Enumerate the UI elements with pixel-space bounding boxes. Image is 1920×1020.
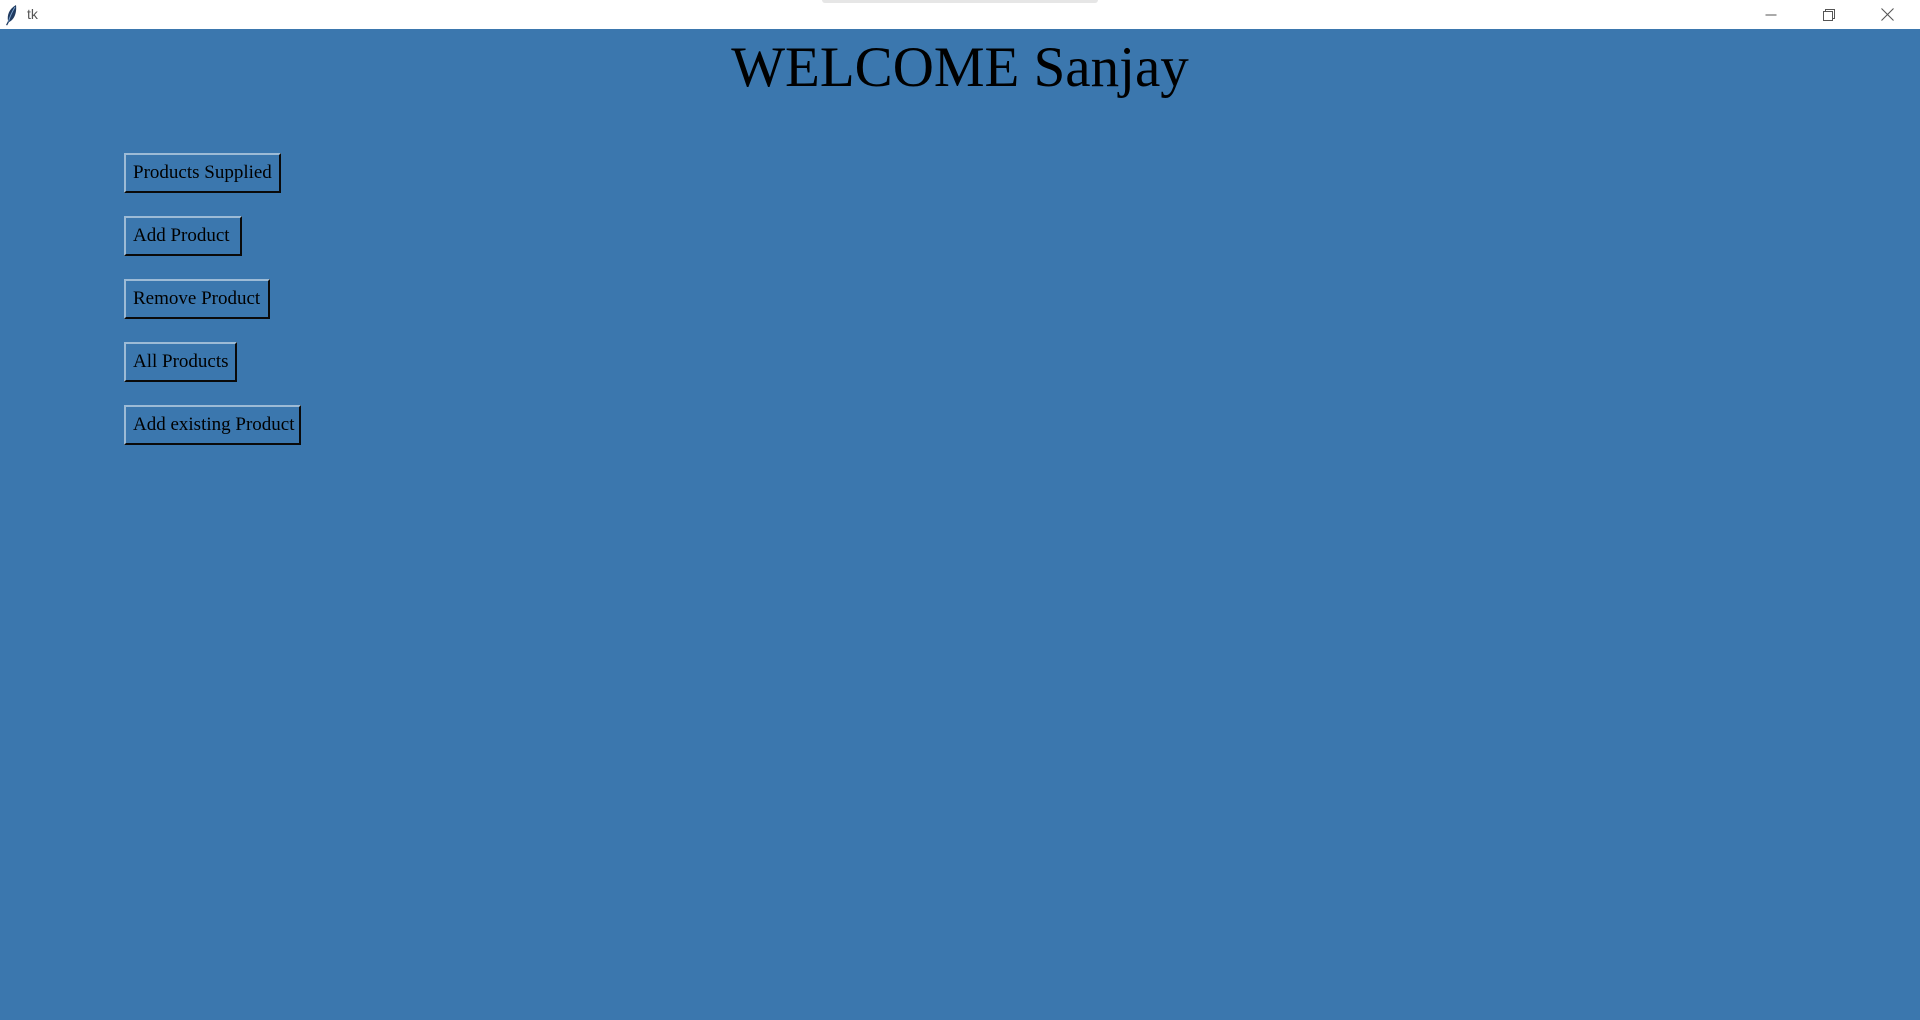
title-bar[interactable]: tk (0, 0, 1920, 29)
products-supplied-button[interactable]: Products Supplied (124, 153, 281, 193)
add-product-button[interactable]: Add Product (124, 216, 242, 256)
close-button[interactable] (1858, 0, 1916, 29)
remove-product-button[interactable]: Remove Product (124, 279, 270, 319)
minimize-icon (1765, 9, 1777, 21)
add-existing-product-button[interactable]: Add existing Product (124, 405, 301, 445)
all-products-button[interactable]: All Products (124, 342, 237, 382)
close-icon (1880, 8, 1894, 21)
restore-button[interactable] (1800, 0, 1858, 29)
minimize-button[interactable] (1742, 0, 1800, 29)
welcome-heading: WELCOME Sanjay (731, 36, 1189, 99)
snap-handle (822, 0, 1098, 3)
main-content: WELCOME Sanjay Products Supplied Add Pro… (0, 29, 1920, 1020)
feather-icon (4, 4, 20, 26)
restore-icon (1823, 8, 1835, 21)
app-window: tk WELCOME Sanjay Products Supplied Add … (0, 0, 1920, 1020)
window-title: tk (27, 6, 38, 22)
